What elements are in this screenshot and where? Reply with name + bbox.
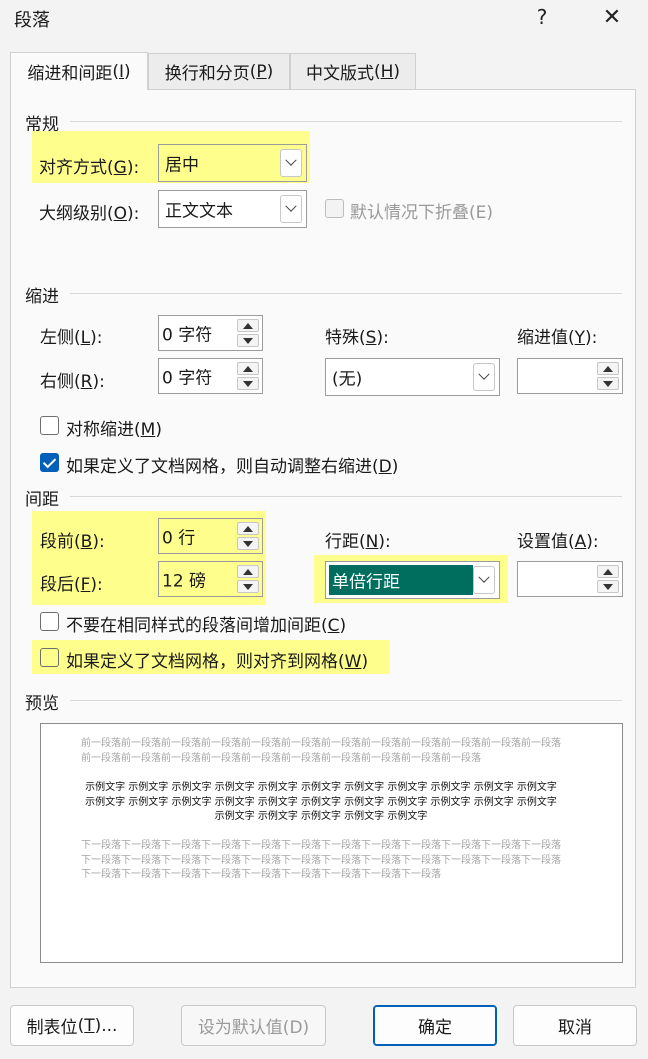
spin-down-icon[interactable] (237, 334, 259, 347)
indent-left-spinner[interactable]: 0 字符 (158, 315, 263, 351)
indent-right-value: 0 字符 (162, 368, 213, 389)
divider (70, 496, 622, 497)
auto-adjust-indent-checkbox[interactable] (40, 453, 59, 472)
dialog-title: 段落 (14, 10, 50, 31)
section-spacing-label: 间距 (25, 490, 59, 510)
line-spacing-value: 单倍行距 (332, 572, 400, 593)
alignment-value: 居中 (165, 155, 199, 176)
alignment-label: 对齐方式(G): (39, 158, 140, 178)
help-button[interactable]: ? (522, 0, 562, 34)
spin-up-icon[interactable] (237, 362, 259, 375)
alignment-dropdown[interactable]: 居中 (158, 144, 307, 182)
divider (70, 293, 622, 294)
spin-up-icon[interactable] (597, 362, 619, 375)
spin-down-icon[interactable] (237, 580, 259, 593)
mirror-indents-checkbox[interactable] (40, 416, 59, 435)
section-indent-label: 缩进 (25, 287, 59, 307)
indent-by-label: 缩进值(Y): (517, 328, 598, 348)
tab-asian-typography[interactable]: 中文版式(H) (290, 53, 416, 89)
chevron-down-icon[interactable] (280, 149, 302, 177)
divider (70, 121, 622, 122)
tabs-button[interactable]: 制表位(T)... (10, 1005, 134, 1046)
indent-left-value: 0 字符 (162, 325, 213, 346)
collapse-checkbox[interactable] (325, 199, 344, 218)
indent-right-label: 右侧(R): (40, 372, 105, 392)
close-button[interactable]: ✕ (592, 0, 632, 34)
set-as-default-button[interactable]: 设为默认值(D) (181, 1005, 326, 1046)
spin-up-icon[interactable] (237, 319, 259, 332)
spacing-after-value: 12 磅 (162, 571, 207, 592)
preview-sample-paragraph: 示例文字 示例文字 示例文字 示例文字 示例文字 示例文字 示例文字 示例文字 … (85, 782, 561, 822)
chevron-down-icon[interactable] (473, 566, 495, 594)
spacing-after-label: 段后(F): (40, 575, 103, 595)
snap-to-grid-checkbox[interactable] (40, 648, 59, 667)
spacing-at-label: 设置值(A): (517, 532, 599, 552)
line-spacing-label: 行距(N): (325, 532, 391, 552)
chevron-down-icon[interactable] (473, 363, 495, 391)
section-preview-label: 预览 (25, 694, 59, 714)
no-space-same-style-label: 不要在相同样式的段落间增加间距(C) (66, 616, 347, 636)
spin-up-icon[interactable] (597, 565, 619, 578)
indent-right-spinner[interactable]: 0 字符 (158, 358, 263, 394)
special-indent-dropdown[interactable]: (无) (325, 358, 500, 396)
cancel-button[interactable]: 取消 (513, 1005, 637, 1046)
preview-pane: 前一段落前一段落前一段落前一段落前一段落前一段落前一段落前一段落前一段落前一段落… (40, 723, 623, 963)
spin-down-icon[interactable] (237, 377, 259, 390)
mirror-indents-label: 对称缩进(M) (66, 420, 162, 440)
spacing-before-label: 段前(B): (40, 532, 105, 552)
indent-by-spinner[interactable] (517, 358, 623, 394)
special-indent-value: (无) (332, 369, 363, 390)
auto-adjust-indent-label: 如果定义了文档网格，则自动调整右缩进(D) (66, 457, 399, 477)
snap-to-grid-label: 如果定义了文档网格，则对齐到网格(W) (66, 652, 369, 672)
no-space-same-style-checkbox[interactable] (40, 612, 59, 631)
spacing-before-value: 0 行 (162, 528, 196, 549)
spacing-before-spinner[interactable]: 0 行 (158, 518, 263, 554)
spacing-at-spinner[interactable] (517, 561, 623, 597)
spacing-after-spinner[interactable]: 12 磅 (158, 561, 263, 597)
special-indent-label: 特殊(S): (325, 328, 389, 348)
spin-up-icon[interactable] (237, 522, 259, 535)
spin-down-icon[interactable] (597, 377, 619, 390)
spin-down-icon[interactable] (597, 580, 619, 593)
line-spacing-dropdown[interactable]: 单倍行距 (325, 561, 500, 599)
spin-up-icon[interactable] (237, 565, 259, 578)
collapse-label: 默认情况下折叠(E) (350, 203, 494, 223)
tab-line-page-breaks[interactable]: 换行和分页(P) (148, 53, 290, 89)
divider (70, 700, 622, 701)
outline-level-label: 大纲级别(O): (39, 204, 140, 224)
outline-level-value: 正文文本 (165, 201, 233, 222)
preview-previous-paragraph: 前一段落前一段落前一段落前一段落前一段落前一段落前一段落前一段落前一段落前一段落… (81, 738, 561, 764)
spin-down-icon[interactable] (237, 537, 259, 550)
preview-next-paragraph: 下一段落下一段落下一段落下一段落下一段落下一段落下一段落下一段落下一段落下一段落… (81, 840, 561, 880)
ok-button[interactable]: 确定 (373, 1005, 497, 1046)
chevron-down-icon[interactable] (280, 195, 302, 223)
outline-level-dropdown[interactable]: 正文文本 (158, 190, 307, 228)
indent-left-label: 左侧(L): (40, 328, 103, 348)
tab-indents-spacing[interactable]: 缩进和间距(I) (10, 52, 148, 90)
